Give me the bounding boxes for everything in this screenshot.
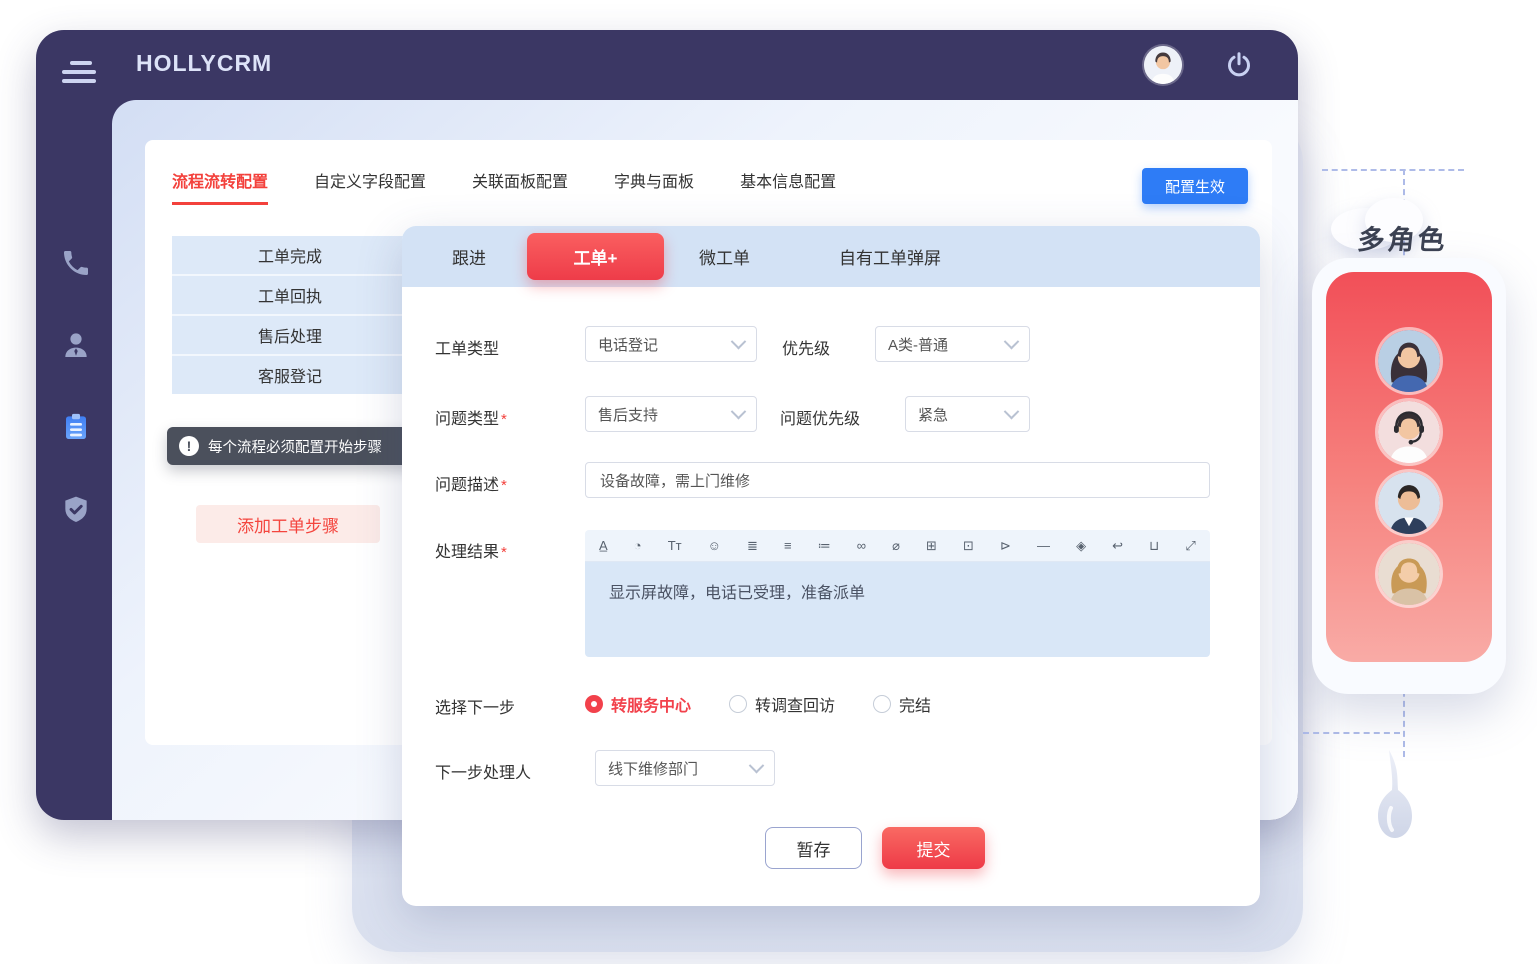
undo-icon[interactable]: ↩ bbox=[1112, 539, 1123, 552]
required-mark: * bbox=[501, 544, 507, 561]
required-mark: * bbox=[501, 411, 507, 428]
work-order-dialog: 跟进 工单+ 微工单 自有工单弹屏 工单类型 电话登记 优先级 A类-普通 问题… bbox=[402, 226, 1260, 906]
avatar bbox=[1378, 543, 1440, 605]
save-draft-button[interactable]: 暂存 bbox=[765, 827, 862, 869]
nav-customer-icon[interactable] bbox=[60, 329, 92, 361]
nav-security-icon[interactable] bbox=[60, 494, 92, 526]
chevron-down-icon bbox=[731, 403, 747, 419]
tab-process-flow-config[interactable]: 流程流转配置 bbox=[172, 168, 268, 205]
order-type-select[interactable]: 电话登记 bbox=[585, 326, 757, 362]
priority-select[interactable]: A类-普通 bbox=[875, 326, 1030, 362]
result-label: 处理结果* bbox=[435, 538, 507, 562]
avatar bbox=[1378, 330, 1440, 392]
emoji-icon[interactable]: ☺ bbox=[708, 539, 721, 552]
radio-service-center[interactable]: 转服务中心 bbox=[585, 692, 691, 716]
multi-role-card bbox=[1326, 272, 1492, 662]
tab-micro-order[interactable]: 微工单 bbox=[699, 226, 750, 287]
notice-tooltip: ! 每个流程必须配置开始步骤 bbox=[167, 427, 435, 465]
issue-desc-label: 问题描述* bbox=[435, 471, 507, 495]
font-style-icon[interactable]: A̲ bbox=[599, 539, 608, 552]
tab-own-order-popup[interactable]: 自有工单弹屏 bbox=[839, 226, 941, 287]
radio-unselected-icon[interactable] bbox=[729, 695, 747, 713]
fullscreen-icon[interactable]: ⤢ bbox=[1185, 539, 1195, 552]
issue-desc-input[interactable] bbox=[585, 462, 1210, 498]
radio-selected-icon[interactable] bbox=[585, 695, 603, 713]
image-icon[interactable]: ⊡ bbox=[963, 539, 974, 552]
issue-priority-label: 问题优先级 bbox=[780, 405, 860, 429]
issue-type-label: 问题类型* bbox=[435, 405, 507, 429]
issue-type-select[interactable]: 售后支持 bbox=[585, 396, 757, 432]
trash-icon[interactable]: ⊔ bbox=[1149, 539, 1159, 552]
nav-workorder-icon[interactable] bbox=[60, 411, 92, 443]
font-size-icon[interactable]: Tт bbox=[668, 539, 682, 552]
next-step-radio-group: 转服务中心 转调查回访 完结 bbox=[585, 692, 931, 716]
annotation-dashed-line-top bbox=[1322, 169, 1464, 171]
screen: HOLLYCRM bbox=[0, 0, 1537, 964]
notice-text: 每个流程必须配置开始步骤 bbox=[208, 436, 382, 457]
result-editor-content[interactable]: 显示屏故障，电话已受理，准备派单 bbox=[585, 562, 1210, 657]
next-step-label: 选择下一步 bbox=[435, 694, 515, 718]
config-tab-bar: 流程流转配置 自定义字段配置 关联面板配置 字典与面板 基本信息配置 bbox=[172, 168, 836, 205]
bullet-list-icon[interactable]: ≔ bbox=[818, 539, 831, 552]
result-editor: A̲ ◔ Tт ☺ ≣ ≡ ≔ ∞ ⌀ ⊞ ⊡ ⊳ — ◈ ↩ ⊔ ⤢ 显示屏故… bbox=[585, 530, 1210, 657]
chevron-down-icon bbox=[731, 333, 747, 349]
multi-role-label: 多角色 bbox=[1356, 218, 1450, 257]
droplet-decoration bbox=[1369, 750, 1415, 867]
issue-priority-select[interactable]: 紧急 bbox=[905, 396, 1030, 432]
indent-icon[interactable]: ≣ bbox=[747, 539, 758, 552]
tab-basic-info-config[interactable]: 基本信息配置 bbox=[740, 168, 836, 202]
nav-phone-icon[interactable] bbox=[60, 247, 92, 279]
list-item-service-register[interactable]: 客服登记 bbox=[172, 356, 408, 394]
list-item-aftersales[interactable]: 售后处理 bbox=[172, 316, 408, 356]
list-item-order-receipt[interactable]: 工单回执 bbox=[172, 276, 408, 316]
workflow-step-list: 工单完成 工单回执 售后处理 客服登记 bbox=[172, 236, 408, 394]
divider-icon[interactable]: — bbox=[1037, 539, 1050, 552]
link-icon[interactable]: ∞ bbox=[857, 539, 866, 552]
multi-role-panel bbox=[1312, 258, 1506, 694]
tab-follow-up[interactable]: 跟进 bbox=[452, 226, 486, 287]
editor-toolbar: A̲ ◔ Tт ☺ ≣ ≡ ≔ ∞ ⌀ ⊞ ⊡ ⊳ — ◈ ↩ ⊔ ⤢ bbox=[585, 530, 1210, 562]
radio-finish[interactable]: 完结 bbox=[873, 692, 931, 716]
tab-custom-field-config[interactable]: 自定义字段配置 bbox=[314, 168, 426, 202]
table-icon[interactable]: ⊞ bbox=[926, 539, 937, 552]
tab-work-order-plus[interactable]: 工单+ bbox=[527, 233, 664, 280]
tab-dictionary-panel[interactable]: 字典与面板 bbox=[614, 168, 694, 202]
annotation-dashed-line-bottom bbox=[1303, 732, 1400, 734]
eraser-icon[interactable]: ◈ bbox=[1076, 539, 1086, 552]
unlink-icon[interactable]: ⌀ bbox=[892, 539, 900, 552]
tab-related-panel-config[interactable]: 关联面板配置 bbox=[472, 168, 568, 202]
list-item-order-complete[interactable]: 工单完成 bbox=[172, 236, 408, 276]
add-step-button[interactable]: 添加工单步骤 bbox=[196, 505, 380, 543]
apply-config-button[interactable]: 配置生效 bbox=[1142, 168, 1248, 204]
required-mark: * bbox=[501, 477, 507, 494]
dialog-tab-bar: 跟进 工单+ 微工单 自有工单弹屏 bbox=[402, 226, 1260, 287]
radio-survey-callback[interactable]: 转调查回访 bbox=[729, 692, 835, 716]
menu-toggle-icon[interactable] bbox=[62, 61, 98, 87]
next-handler-label: 下一步处理人 bbox=[435, 759, 531, 783]
priority-label: 优先级 bbox=[782, 335, 830, 359]
color-palette-icon[interactable]: ◔ bbox=[634, 539, 642, 552]
radio-unselected-icon[interactable] bbox=[873, 695, 891, 713]
align-left-icon[interactable]: ≡ bbox=[784, 539, 792, 552]
avatar bbox=[1378, 472, 1440, 534]
chevron-down-icon bbox=[1004, 403, 1020, 419]
next-handler-select[interactable]: 线下维修部门 bbox=[595, 750, 775, 786]
chevron-down-icon bbox=[749, 757, 765, 773]
avatar-illustration bbox=[1144, 46, 1182, 84]
exclamation-icon: ! bbox=[179, 436, 199, 456]
logout-power-icon[interactable] bbox=[1224, 50, 1254, 80]
user-avatar[interactable] bbox=[1144, 46, 1182, 84]
submit-button[interactable]: 提交 bbox=[882, 827, 985, 869]
app-title: HOLLYCRM bbox=[136, 50, 272, 77]
order-type-label: 工单类型 bbox=[435, 335, 499, 359]
video-icon[interactable]: ⊳ bbox=[1000, 539, 1011, 552]
avatar bbox=[1378, 401, 1440, 463]
chevron-down-icon bbox=[1004, 333, 1020, 349]
